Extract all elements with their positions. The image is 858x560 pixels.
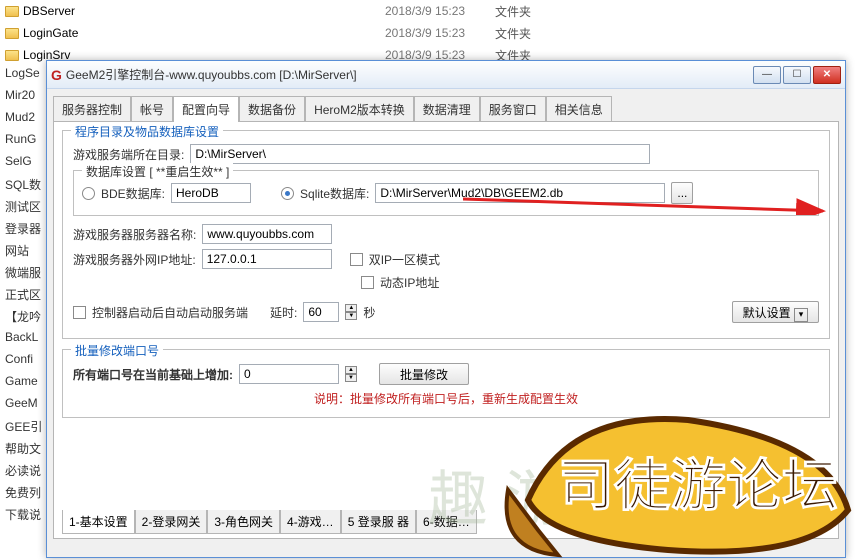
dyn-ip-checkbox[interactable] [361, 276, 374, 289]
sidebar-item[interactable]: LogSe [0, 66, 42, 88]
default-settings-button[interactable]: 默认设置 ▾ [732, 301, 819, 323]
port-offset-label: 所有端口号在当前基础上增加: [73, 366, 233, 383]
sidebar-item[interactable]: RunG [0, 132, 42, 154]
batch-note: 说明：批量修改所有端口号后，重新生成配置生效 [73, 390, 819, 407]
window-title: GeeM2引擎控制台-www.quyoubbs.com [D:\MirServe… [66, 66, 753, 83]
subtab-5[interactable]: 6-数据… [416, 510, 477, 534]
tab-4[interactable]: HeroM2版本转换 [305, 96, 414, 122]
explorer-file-list: DBServer 2018/3/9 15:23 文件夹 LoginGate 20… [0, 0, 858, 66]
maximize-button[interactable]: ☐ [783, 66, 811, 84]
delay-spinner[interactable]: ▲▼ [345, 304, 357, 320]
tab-5[interactable]: 数据清理 [414, 96, 480, 122]
titlebar[interactable]: G GeeM2引擎控制台-www.quyoubbs.com [D:\MirSer… [47, 61, 845, 89]
server-name-input[interactable] [202, 224, 332, 244]
tab-3[interactable]: 数据备份 [239, 96, 305, 122]
subtab-4[interactable]: 5 登录服 器 [341, 510, 416, 534]
sidebar-item[interactable]: BackL [0, 330, 42, 352]
subtab-3[interactable]: 4-游戏… [280, 510, 341, 534]
sidebar-item[interactable]: 免费列 [0, 484, 42, 506]
server-dir-input[interactable] [190, 144, 650, 164]
folder-icon [5, 50, 19, 61]
sidebar-item[interactable]: Game [0, 374, 42, 396]
file-type: 文件夹 [495, 3, 595, 20]
geem2-window: G GeeM2引擎控制台-www.quyoubbs.com [D:\MirSer… [46, 60, 846, 558]
subtab-2[interactable]: 3-角色网关 [207, 510, 280, 534]
folder-icon [5, 6, 19, 17]
port-spinner[interactable]: ▲▼ [345, 366, 357, 382]
subtab-1[interactable]: 2-登录网关 [135, 510, 208, 534]
db-settings-group: 数据库设置 [ **重启生效** ] BDE数据库: Sqlite数据库: ..… [73, 170, 819, 216]
external-ip-input[interactable] [202, 249, 332, 269]
tab-0[interactable]: 服务器控制 [53, 96, 131, 122]
sidebar-item[interactable]: 网站 [0, 242, 42, 264]
sidebar-item[interactable]: 必读说 [0, 462, 42, 484]
sidebar-item[interactable]: SQL数 [0, 176, 42, 198]
dual-ip-checkbox[interactable] [350, 253, 363, 266]
ip-label: 游戏服务器外网IP地址: [73, 251, 196, 268]
batch-port-group: 批量修改端口号 所有端口号在当前基础上增加: ▲▼ 批量修改 说明：批量修改所有… [62, 349, 830, 418]
sidebar-item[interactable]: 帮助文 [0, 440, 42, 462]
program-db-group: 程序目录及物品数据库设置 游戏服务端所在目录: 数据库设置 [ **重启生效**… [62, 130, 830, 339]
file-row[interactable]: LoginGate 2018/3/9 15:23 文件夹 [0, 22, 858, 44]
explorer-sidebar-cut: LogSeMir20Mud2RunGSelGSQL数测试区登录器网站微端服正式区… [0, 66, 42, 528]
sidebar-item[interactable]: 测试区 [0, 198, 42, 220]
main-tabs: 服务器控制帐号配置向导数据备份HeroM2版本转换数据清理服务窗口相关信息 [47, 89, 845, 121]
dropdown-icon: ▾ [794, 308, 808, 322]
sub-tabs: 1-基本设置2-登录网关3-角色网关4-游戏…5 登录服 器6-数据… [62, 510, 477, 534]
sidebar-item[interactable]: GeeM [0, 396, 42, 418]
sidebar-item[interactable]: 下载说 [0, 506, 42, 528]
sidebar-item[interactable]: 【龙吟 [0, 308, 42, 330]
sidebar-item[interactable]: GEE引 [0, 418, 42, 440]
group-legend: 程序目录及物品数据库设置 [71, 123, 223, 140]
subtab-0[interactable]: 1-基本设置 [62, 510, 135, 534]
tab-6[interactable]: 服务窗口 [480, 96, 546, 122]
port-offset-input[interactable] [239, 364, 339, 384]
file-date: 2018/3/9 15:23 [385, 4, 495, 18]
tab-1[interactable]: 帐号 [131, 96, 173, 122]
sidebar-item[interactable]: Mud2 [0, 110, 42, 132]
sidebar-item[interactable]: Confi [0, 352, 42, 374]
sqlite-path-input[interactable] [375, 183, 665, 203]
file-name: DBServer [23, 4, 75, 18]
tab-panel: 程序目录及物品数据库设置 游戏服务端所在目录: 数据库设置 [ **重启生效**… [53, 121, 839, 539]
sidebar-item[interactable]: SelG [0, 154, 42, 176]
sqlite-radio[interactable] [281, 187, 294, 200]
autostart-checkbox[interactable] [73, 306, 86, 319]
bde-radio[interactable] [82, 187, 95, 200]
sidebar-item[interactable]: 微端服 [0, 264, 42, 286]
app-logo-icon: G [51, 67, 62, 83]
close-button[interactable]: ✕ [813, 66, 841, 84]
sidebar-item[interactable]: 登录器 [0, 220, 42, 242]
sidebar-item[interactable]: 正式区 [0, 286, 42, 308]
batch-modify-button[interactable]: 批量修改 [379, 363, 469, 385]
bde-db-input[interactable] [171, 183, 251, 203]
db-legend: 数据库设置 [ **重启生效** ] [82, 163, 233, 180]
tab-7[interactable]: 相关信息 [546, 96, 612, 122]
folder-icon [5, 28, 19, 39]
file-row[interactable]: DBServer 2018/3/9 15:23 文件夹 [0, 0, 858, 22]
minimize-button[interactable]: — [753, 66, 781, 84]
srvname-label: 游戏服务器服务器名称: [73, 226, 196, 243]
group-legend: 批量修改端口号 [71, 342, 163, 359]
dir-label: 游戏服务端所在目录: [73, 146, 184, 163]
delay-input[interactable] [303, 302, 339, 322]
sidebar-item[interactable]: Mir20 [0, 88, 42, 110]
tab-2[interactable]: 配置向导 [173, 96, 239, 122]
browse-button[interactable]: ... [671, 182, 693, 204]
